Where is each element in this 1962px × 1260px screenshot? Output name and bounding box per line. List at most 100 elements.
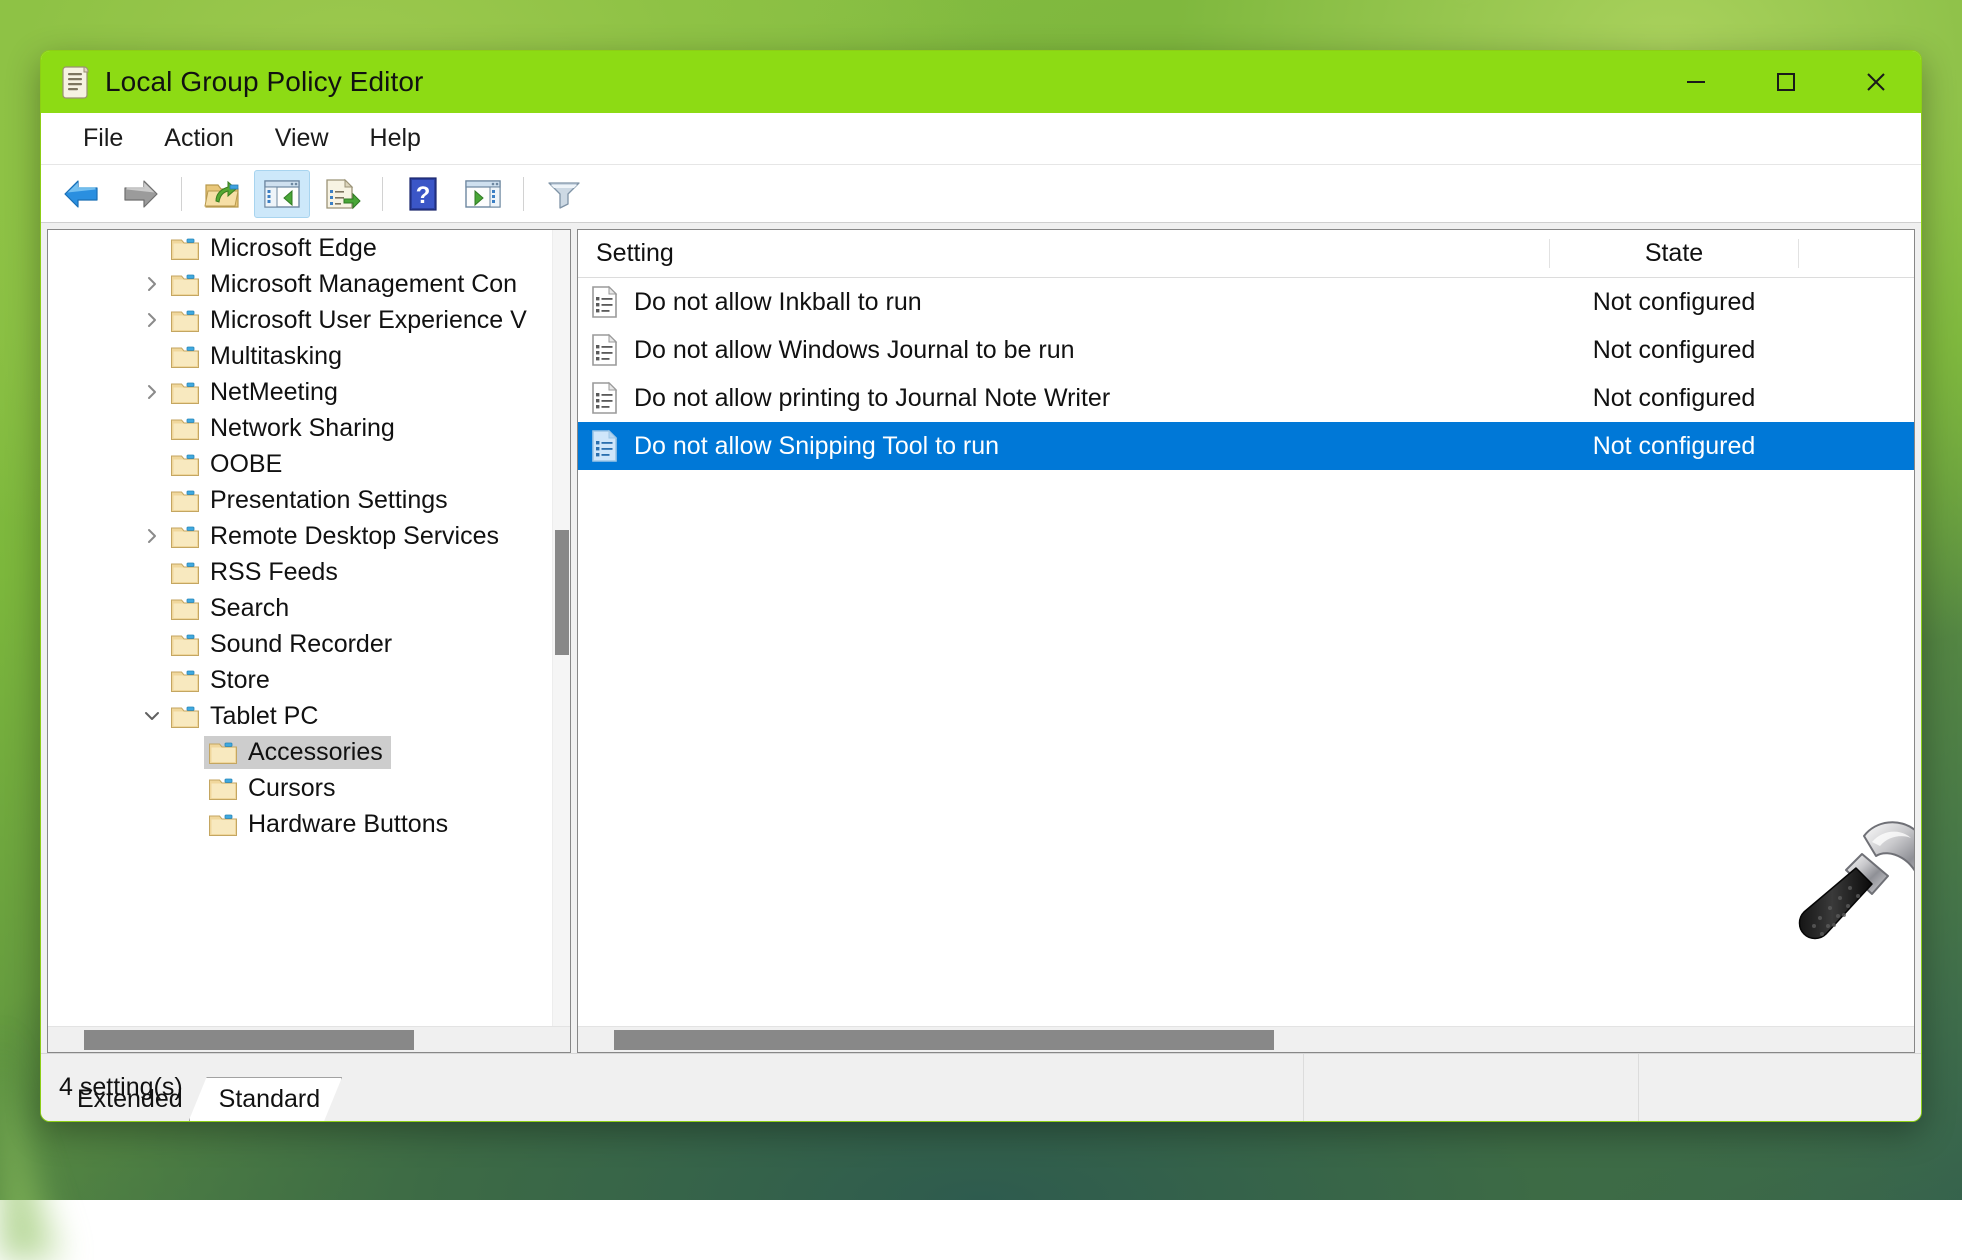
console-content: Microsoft EdgeMicrosoft Management ConMi… — [41, 223, 1921, 1053]
list-horizontal-scrollbar-thumb[interactable] — [614, 1030, 1274, 1050]
folder-icon — [208, 740, 238, 765]
table-row[interactable]: Do not allow Snipping Tool to runNot con… — [578, 422, 1914, 470]
folder-icon — [170, 704, 200, 729]
menu-item-help[interactable]: Help — [353, 120, 438, 157]
tree-node-multitasking[interactable]: Multitasking — [48, 338, 552, 374]
folder-icon — [170, 488, 200, 513]
tree-node-content[interactable]: Tablet PC — [166, 700, 326, 733]
tree-node-content[interactable]: Remote Desktop Services — [166, 520, 507, 553]
setting-state: Not configured — [1549, 288, 1799, 317]
tree-horizontal-scrollbar[interactable] — [48, 1026, 570, 1052]
minimize-icon[interactable] — [1651, 51, 1741, 113]
tree-node-label: NetMeeting — [210, 378, 338, 407]
tree-node-remote-desktop-services[interactable]: Remote Desktop Services — [48, 518, 552, 554]
tree-node-content[interactable]: Presentation Settings — [166, 484, 456, 517]
tree-node-oobe[interactable]: OOBE — [48, 446, 552, 482]
tree-node-network-sharing[interactable]: Network Sharing — [48, 410, 552, 446]
policy-setting-icon — [590, 285, 620, 319]
maximize-icon[interactable] — [1741, 51, 1831, 113]
tree-node-content[interactable]: Accessories — [204, 736, 391, 769]
setting-name: Do not allow Inkball to run — [634, 288, 1549, 317]
console-tree[interactable]: Microsoft EdgeMicrosoft Management ConMi… — [48, 230, 552, 1008]
tree-node-microsoft-edge[interactable]: Microsoft Edge — [48, 230, 552, 266]
tree-node-label: RSS Feeds — [210, 558, 338, 587]
menu-item-action[interactable]: Action — [147, 120, 250, 157]
tree-node-label: Remote Desktop Services — [210, 522, 499, 551]
tree-node-content[interactable]: Microsoft Management Con — [166, 268, 525, 301]
tree-node-label: OOBE — [210, 450, 282, 479]
folder-icon — [208, 812, 238, 837]
tree-vertical-scrollbar[interactable] — [552, 230, 570, 1052]
filter-button[interactable] — [536, 170, 592, 218]
tree-node-microsoft-management-con[interactable]: Microsoft Management Con — [48, 266, 552, 302]
tree-node-content[interactable]: Store — [166, 664, 278, 697]
tree-node-tablet-pc[interactable]: Tablet PC — [48, 698, 552, 734]
chevron-right-icon[interactable] — [138, 274, 166, 294]
toolbar-separator — [382, 177, 383, 211]
forward-button[interactable] — [113, 170, 169, 218]
tab-label: Extended — [77, 1085, 183, 1114]
tree-node-content[interactable]: Microsoft User Experience V — [166, 304, 535, 337]
policy-setting-icon — [590, 381, 620, 415]
back-button[interactable] — [53, 170, 109, 218]
tree-node-sound-recorder[interactable]: Sound Recorder — [48, 626, 552, 662]
show-action-pane-button[interactable] — [455, 170, 511, 218]
tree-node-content[interactable]: Search — [166, 592, 297, 625]
tree-node-netmeeting[interactable]: NetMeeting — [48, 374, 552, 410]
chevron-right-icon[interactable] — [138, 310, 166, 330]
folder-icon — [208, 776, 238, 801]
close-icon[interactable] — [1831, 51, 1921, 113]
folder-icon — [170, 632, 200, 657]
setting-name: Do not allow Snipping Tool to run — [634, 432, 1549, 461]
tree-node-content[interactable]: Network Sharing — [166, 412, 403, 445]
tree-node-label: Tablet PC — [210, 702, 318, 731]
local-group-policy-editor-window: Local Group Policy Editor File Action Vi… — [40, 50, 1922, 1122]
tree-node-content[interactable]: RSS Feeds — [166, 556, 346, 589]
window-title: Local Group Policy Editor — [105, 66, 423, 98]
chevron-right-icon[interactable] — [138, 382, 166, 402]
tab-standard[interactable]: Standard — [189, 1077, 342, 1121]
policy-setting-icon — [590, 429, 620, 463]
column-header-state[interactable]: State — [1549, 239, 1799, 268]
tree-node-cursors[interactable]: Cursors — [48, 770, 552, 806]
tree-node-store[interactable]: Store — [48, 662, 552, 698]
tree-node-presentation-settings[interactable]: Presentation Settings — [48, 482, 552, 518]
toolbar-separator — [181, 177, 182, 211]
help-button[interactable]: ? — [395, 170, 451, 218]
tree-node-rss-feeds[interactable]: RSS Feeds — [48, 554, 552, 590]
tree-node-content[interactable]: Cursors — [204, 772, 344, 805]
table-row[interactable]: Do not allow Inkball to runNot configure… — [578, 278, 1914, 326]
export-list-button[interactable] — [314, 170, 370, 218]
console-tree-pane: Microsoft EdgeMicrosoft Management ConMi… — [47, 229, 571, 1053]
tree-node-search[interactable]: Search — [48, 590, 552, 626]
tree-node-label: Store — [210, 666, 270, 695]
show-hide-console-tree-button[interactable] — [254, 170, 310, 218]
settings-list-pane: Setting State Do not allow Inkball to ru… — [577, 229, 1915, 1053]
tree-node-hardware-buttons[interactable]: Hardware Buttons — [48, 806, 552, 842]
tab-label: Standard — [219, 1085, 320, 1114]
tree-node-accessories[interactable]: Accessories — [48, 734, 552, 770]
up-one-level-button[interactable] — [194, 170, 250, 218]
table-row[interactable]: Do not allow printing to Journal Note Wr… — [578, 374, 1914, 422]
menu-item-view[interactable]: View — [258, 120, 346, 157]
table-row[interactable]: Do not allow Windows Journal to be runNo… — [578, 326, 1914, 374]
folder-icon — [170, 668, 200, 693]
settings-list[interactable]: Do not allow Inkball to runNot configure… — [578, 278, 1914, 470]
tree-node-microsoft-user-experience-v[interactable]: Microsoft User Experience V — [48, 302, 552, 338]
tree-node-content[interactable]: Sound Recorder — [166, 628, 400, 661]
tree-node-content[interactable]: NetMeeting — [166, 376, 346, 409]
toolbar-separator — [523, 177, 524, 211]
tree-node-content[interactable]: Hardware Buttons — [204, 808, 456, 841]
chevron-down-icon[interactable] — [138, 706, 166, 726]
tree-node-content[interactable]: Multitasking — [166, 340, 350, 373]
tree-node-content[interactable]: Microsoft Edge — [166, 232, 385, 265]
chevron-right-icon[interactable] — [138, 526, 166, 546]
folder-icon — [170, 560, 200, 585]
policy-setting-icon — [590, 333, 620, 367]
column-header-setting[interactable]: Setting — [578, 239, 1549, 268]
menu-item-file[interactable]: File — [66, 120, 140, 157]
tree-node-content[interactable]: OOBE — [166, 448, 290, 481]
tree-horizontal-scrollbar-thumb[interactable] — [84, 1030, 414, 1050]
tree-vertical-scrollbar-thumb[interactable] — [555, 530, 569, 655]
list-horizontal-scrollbar[interactable] — [578, 1026, 1914, 1052]
